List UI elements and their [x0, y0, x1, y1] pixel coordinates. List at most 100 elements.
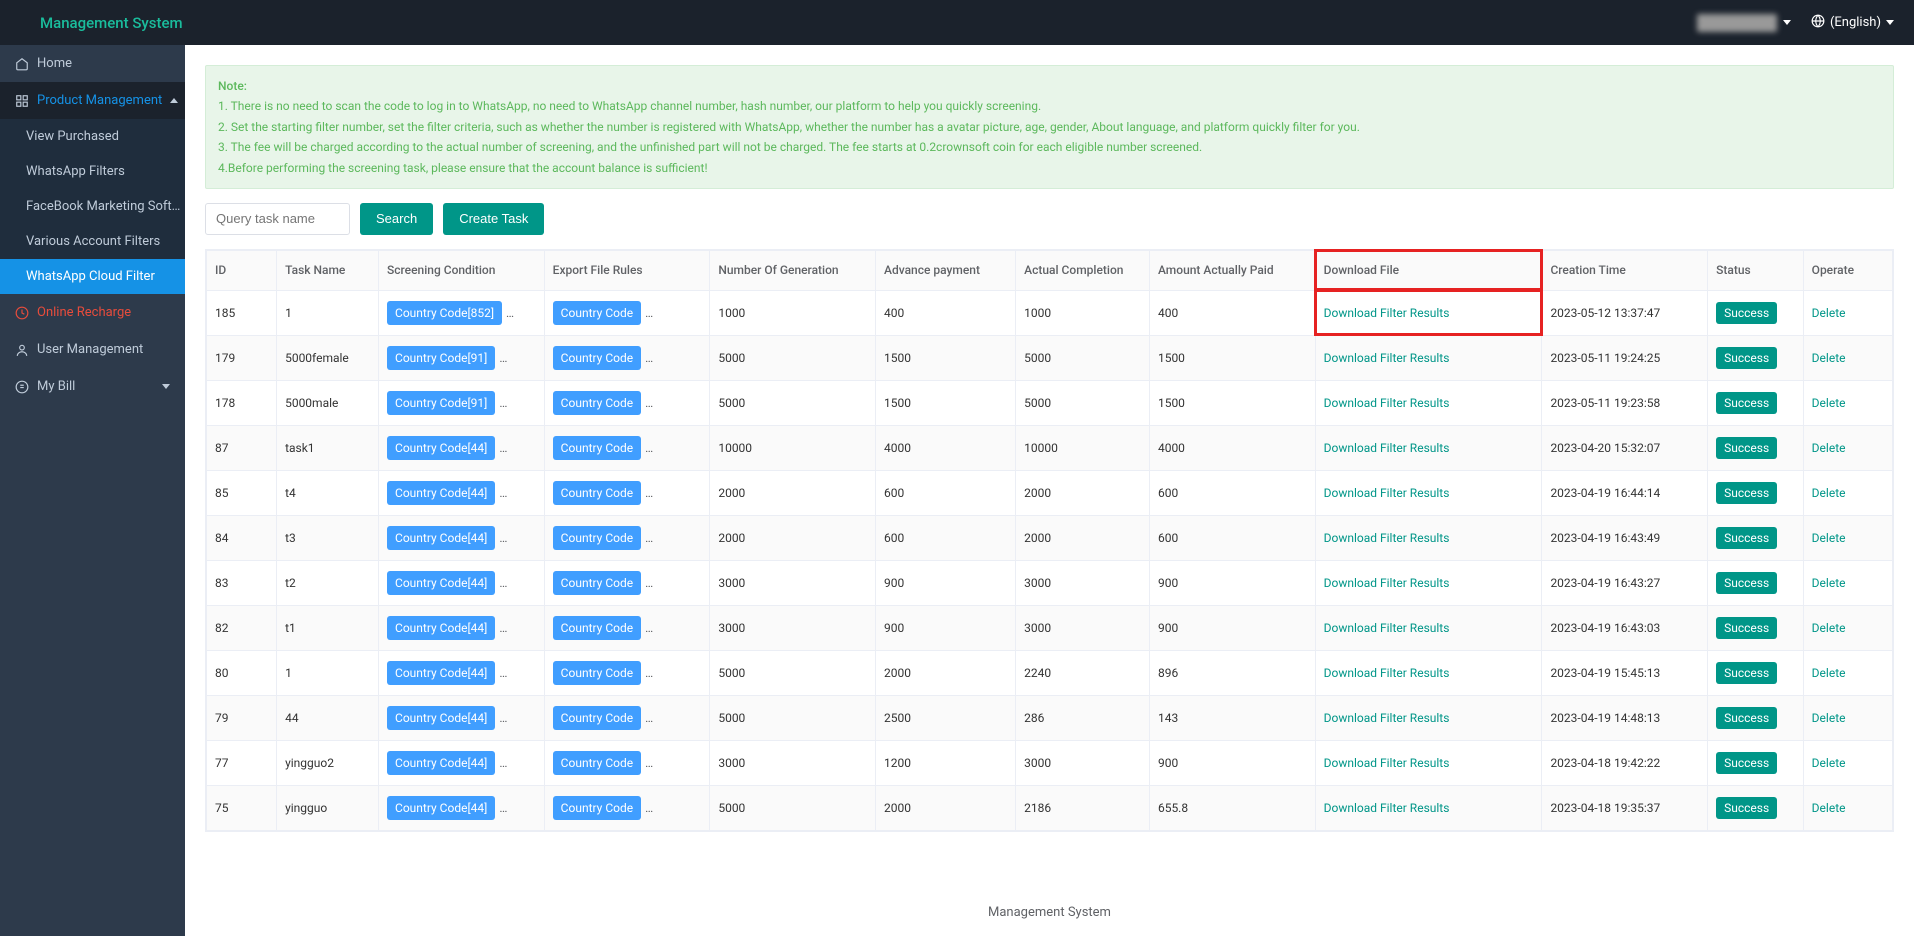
- ellipsis-icon: …: [499, 666, 507, 680]
- download-filter-results-link[interactable]: Download Filter Results: [1324, 441, 1450, 455]
- country-code-pill[interactable]: Country Code[91]: [387, 346, 495, 370]
- sidebar-item-product-management[interactable]: Product Management: [0, 82, 185, 119]
- country-code-pill[interactable]: Country Code[44]: [387, 526, 495, 550]
- sidebar-item-home[interactable]: Home: [0, 45, 185, 82]
- query-task-input[interactable]: [205, 203, 350, 235]
- sidebar-label: Home: [37, 56, 72, 71]
- status-badge: Success: [1716, 437, 1777, 459]
- cell-paid: 900: [1149, 740, 1315, 785]
- cell-creation-time: 2023-04-19 14:48:13: [1542, 695, 1708, 740]
- sidebar-item-various-filters[interactable]: Various Account Filters: [0, 224, 185, 259]
- cell-id: 82: [207, 605, 277, 650]
- search-button[interactable]: Search: [360, 203, 433, 235]
- country-code-pill[interactable]: Country Code[91]: [387, 391, 495, 415]
- country-code-pill[interactable]: Country Code: [553, 616, 641, 640]
- download-filter-results-link[interactable]: Download Filter Results: [1324, 396, 1450, 410]
- sidebar-item-whatsapp-cloud-filter[interactable]: WhatsApp Cloud Filter: [0, 259, 185, 294]
- ellipsis-icon: …: [499, 801, 507, 815]
- delete-link[interactable]: Delete: [1812, 711, 1846, 725]
- country-code-pill[interactable]: Country Code: [553, 436, 641, 460]
- download-filter-results-link[interactable]: Download Filter Results: [1324, 531, 1450, 545]
- cell-creation-time: 2023-05-12 13:37:47: [1542, 290, 1708, 335]
- country-code-pill[interactable]: Country Code: [553, 346, 641, 370]
- delete-link[interactable]: Delete: [1812, 801, 1846, 815]
- country-code-pill[interactable]: Country Code: [553, 706, 641, 730]
- download-filter-results-link[interactable]: Download Filter Results: [1324, 621, 1450, 635]
- country-code-pill[interactable]: Country Code: [553, 751, 641, 775]
- delete-link[interactable]: Delete: [1812, 756, 1846, 770]
- sidebar-item-view-purchased[interactable]: View Purchased: [0, 119, 185, 154]
- cell-task-name: yingguo: [277, 785, 379, 830]
- cell-generation: 5000: [710, 650, 876, 695]
- country-code-pill[interactable]: Country Code[44]: [387, 571, 495, 595]
- country-code-pill[interactable]: Country Code[44]: [387, 706, 495, 730]
- country-code-pill[interactable]: Country Code: [553, 391, 641, 415]
- download-filter-results-link[interactable]: Download Filter Results: [1324, 666, 1450, 680]
- download-filter-results-link[interactable]: Download Filter Results: [1324, 306, 1450, 320]
- user-menu[interactable]: [1697, 14, 1791, 32]
- country-code-pill[interactable]: Country Code: [553, 661, 641, 685]
- cell-screening: Country Code[44] …: [379, 650, 545, 695]
- download-filter-results-link[interactable]: Download Filter Results: [1324, 486, 1450, 500]
- delete-link[interactable]: Delete: [1812, 576, 1846, 590]
- country-code-pill[interactable]: Country Code[852]: [387, 301, 502, 325]
- download-filter-results-link[interactable]: Download Filter Results: [1324, 351, 1450, 365]
- language-selector[interactable]: (English): [1811, 14, 1894, 32]
- ellipsis-icon: …: [499, 441, 507, 455]
- delete-link[interactable]: Delete: [1812, 396, 1846, 410]
- cell-id: 85: [207, 470, 277, 515]
- country-code-pill[interactable]: Country Code[44]: [387, 796, 495, 820]
- cell-task-name: t3: [277, 515, 379, 560]
- cell-id: 179: [207, 335, 277, 380]
- country-code-pill[interactable]: Country Code[44]: [387, 436, 495, 460]
- delete-link[interactable]: Delete: [1812, 621, 1846, 635]
- ellipsis-icon: …: [645, 621, 653, 635]
- cell-operate: Delete: [1803, 335, 1892, 380]
- cell-screening: Country Code[44]…: [379, 605, 545, 650]
- download-filter-results-link[interactable]: Download Filter Results: [1324, 756, 1450, 770]
- country-code-pill[interactable]: Country Code: [553, 571, 641, 595]
- cell-status: Success: [1708, 290, 1804, 335]
- country-code-pill[interactable]: Country Code: [553, 301, 641, 325]
- sidebar-label: View Purchased: [26, 129, 119, 144]
- download-filter-results-link[interactable]: Download Filter Results: [1324, 711, 1450, 725]
- delete-link[interactable]: Delete: [1812, 441, 1846, 455]
- country-code-pill[interactable]: Country Code[44]: [387, 751, 495, 775]
- cell-operate: Delete: [1803, 650, 1892, 695]
- sidebar-item-whatsapp-filters[interactable]: WhatsApp Filters: [0, 154, 185, 189]
- country-code-pill[interactable]: Country Code[44]: [387, 481, 495, 505]
- cell-advance: 900: [875, 560, 1015, 605]
- delete-link[interactable]: Delete: [1812, 666, 1846, 680]
- ellipsis-icon: …: [499, 351, 507, 365]
- footer: Management System: [185, 889, 1914, 936]
- create-task-button[interactable]: Create Task: [443, 203, 544, 235]
- delete-link[interactable]: Delete: [1812, 351, 1846, 365]
- sidebar-item-user-management[interactable]: User Management: [0, 331, 185, 368]
- sidebar-item-online-recharge[interactable]: Online Recharge: [0, 294, 185, 331]
- cell-operate: Delete: [1803, 605, 1892, 650]
- cell-download: Download Filter Results: [1315, 650, 1542, 695]
- cell-paid: 600: [1149, 515, 1315, 560]
- delete-link[interactable]: Delete: [1812, 306, 1846, 320]
- country-code-pill[interactable]: Country Code[44]: [387, 661, 495, 685]
- cell-task-name: 5000male: [277, 380, 379, 425]
- sidebar-item-facebook-marketing[interactable]: FaceBook Marketing Soft…: [0, 189, 185, 224]
- status-badge: Success: [1716, 347, 1777, 369]
- sidebar-item-my-bill[interactable]: My Bill: [0, 368, 185, 405]
- delete-link[interactable]: Delete: [1812, 486, 1846, 500]
- sidebar-label: FaceBook Marketing Soft…: [26, 199, 180, 214]
- delete-link[interactable]: Delete: [1812, 531, 1846, 545]
- cell-creation-time: 2023-04-19 16:43:03: [1542, 605, 1708, 650]
- country-code-pill[interactable]: Country Code: [553, 526, 641, 550]
- country-code-pill[interactable]: Country Code[44]: [387, 616, 495, 640]
- tasks-table: ID Task Name Screening Condition Export …: [205, 249, 1894, 832]
- country-code-pill[interactable]: Country Code: [553, 481, 641, 505]
- country-code-pill[interactable]: Country Code: [553, 796, 641, 820]
- download-filter-results-link[interactable]: Download Filter Results: [1324, 576, 1450, 590]
- cell-advance: 2500: [875, 695, 1015, 740]
- cell-task-name: 1: [277, 290, 379, 335]
- cell-completion: 10000: [1016, 425, 1150, 470]
- recharge-icon: [15, 306, 29, 320]
- download-filter-results-link[interactable]: Download Filter Results: [1324, 801, 1450, 815]
- cell-creation-time: 2023-04-18 19:35:37: [1542, 785, 1708, 830]
